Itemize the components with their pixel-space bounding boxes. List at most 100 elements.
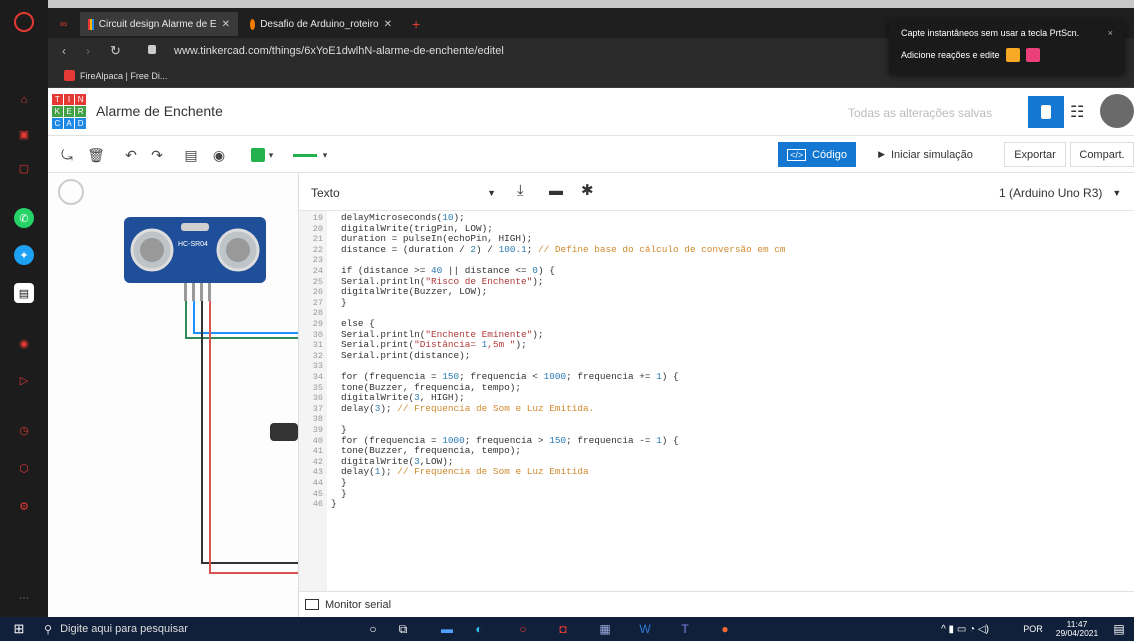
close-icon[interactable]: ×: [1108, 28, 1113, 38]
redo-icon[interactable]: ↷: [148, 145, 166, 165]
store-icon[interactable]: ▦: [596, 620, 614, 638]
home-icon[interactable]: ⌂: [14, 90, 34, 110]
color-picker[interactable]: ▾: [248, 145, 276, 165]
line-number: 21: [312, 234, 323, 245]
windows-taskbar: ⊞ ⚲ Digite aqui para pesquisar ○ ⧉ ▬ ◐ ○…: [0, 617, 1134, 641]
screenshot-root: ⌂ ▣ ▢ ✆ ✦ ▤ ◉ ▷ ◷ ⬡ ⚙ ⋯ ∞ Circuit design…: [0, 0, 1134, 641]
language-indicator[interactable]: POR: [1018, 620, 1048, 638]
play-icon: ▶: [878, 149, 885, 159]
line-number: 37: [312, 403, 323, 414]
system-tray-icons[interactable]: ^ ▮ ▭ ◔ ◁): [920, 620, 1010, 638]
circuit-drawing: HC-SR04: [124, 217, 298, 574]
code-line: }: [341, 477, 347, 488]
notification-center-icon[interactable]: ▤: [1110, 620, 1128, 638]
circuit-canvas[interactable]: HC-SR04: [48, 173, 298, 617]
app-icon[interactable]: ●: [716, 620, 734, 638]
code-button[interactable]: </> Código: [778, 142, 856, 167]
logo-letter: N: [75, 94, 86, 105]
opera-logo-icon[interactable]: [14, 12, 34, 32]
line-number: 30: [312, 329, 323, 340]
rotate-icon[interactable]: ⤿: [58, 145, 76, 165]
tinkercad-favicon-icon: [88, 18, 94, 30]
bookmark-firealpaca[interactable]: FireAlpaca | Free Di...: [64, 70, 167, 81]
tab-title: Circuit design Alarme de E: [98, 18, 217, 30]
sensor-crystal: [181, 223, 209, 231]
word-icon[interactable]: W: [636, 620, 654, 638]
avatar[interactable]: [1100, 94, 1134, 128]
chip-icon: [1041, 105, 1051, 119]
line-number: 40: [312, 435, 323, 446]
messenger-icon[interactable]: ▤: [14, 283, 34, 303]
code-line: delay(3); // Frequencia de Som e Luz Emi…: [341, 402, 595, 414]
more-icon[interactable]: ⋯: [14, 588, 34, 608]
code-mode-select[interactable]: Texto ▼: [311, 183, 496, 203]
cortana-icon[interactable]: ○: [364, 620, 382, 638]
download-icon[interactable]: ⤓: [517, 182, 524, 199]
tab-desafio-arduino[interactable]: Desafio de Arduino_roteiro ✕: [242, 12, 400, 36]
file-explorer-icon[interactable]: ▬: [438, 620, 456, 638]
code-line: digitalWrite(Buzzer, LOW);: [341, 286, 488, 298]
player-icon[interactable]: ◉: [14, 333, 34, 353]
settings-icon[interactable]: ⚙: [14, 496, 34, 516]
url-bar[interactable]: www.tinkercad.com/things/6xYoE1dwlhN-ala…: [174, 45, 504, 57]
device-select[interactable]: 1 (Arduino Uno R3) ▼: [999, 183, 1129, 203]
buzzer-part[interactable]: [270, 423, 298, 441]
tinkercad-logo[interactable]: T I N K E R C A D: [52, 94, 86, 129]
opera-gx-icon[interactable]: ◘: [554, 620, 572, 638]
send-icon[interactable]: ▷: [14, 370, 34, 390]
undo-icon[interactable]: ↶: [122, 145, 140, 165]
export-button[interactable]: Exportar: [1004, 142, 1066, 167]
logo-letter: R: [75, 106, 86, 117]
opera-taskbar-icon[interactable]: ○: [514, 620, 532, 638]
windows-start-icon[interactable]: ⊞: [10, 620, 28, 638]
twitter-icon[interactable]: ✦: [14, 245, 34, 265]
tab-group-icon[interactable]: ∞: [52, 12, 78, 36]
firealpaca-icon: [64, 70, 75, 81]
serial-monitor-bar[interactable]: Monitor serial: [299, 591, 1134, 617]
serial-monitor-label: Monitor serial: [325, 598, 392, 611]
component-list-icon[interactable]: ☷: [1070, 102, 1092, 122]
back-icon[interactable]: ‹: [62, 44, 66, 58]
line-number: 22: [312, 244, 323, 255]
project-title[interactable]: Alarme de Enchente: [96, 103, 223, 119]
close-tab-icon[interactable]: ✕: [222, 19, 230, 30]
task-view-icon[interactable]: ⧉: [394, 620, 412, 638]
clock[interactable]: 11:47 29/04/2021: [1052, 619, 1102, 639]
start-simulation-button[interactable]: ▶ Iniciar simulação: [863, 142, 988, 167]
line-number: 20: [312, 223, 323, 234]
close-tab-icon[interactable]: ✕: [384, 19, 392, 30]
line-number: 25: [312, 276, 323, 287]
twitch-icon[interactable]: ▢: [14, 158, 34, 178]
forward-icon[interactable]: ›: [86, 44, 90, 58]
reload-icon[interactable]: ↻: [110, 43, 121, 59]
edge-icon[interactable]: ◐: [470, 620, 488, 638]
trash-icon[interactable]: 🗑: [87, 145, 105, 165]
line-number: 34: [312, 372, 323, 382]
bag-icon[interactable]: ▣: [14, 124, 34, 144]
logo-letter: E: [63, 106, 75, 117]
code-editor[interactable]: delayMicroseconds(10); digitalWrite(trigP…: [327, 211, 1134, 591]
teams-icon[interactable]: T: [676, 620, 694, 638]
code-line: delay(1); // Frequencia de Som e Luz Emi…: [341, 466, 589, 478]
circuit-view-button[interactable]: [1028, 96, 1064, 128]
clock-date: 29/04/2021: [1055, 628, 1099, 638]
code-line: else {: [341, 318, 375, 329]
export-label: Exportar: [1014, 148, 1056, 161]
notes-icon[interactable]: ▤: [182, 145, 200, 165]
whatsapp-icon[interactable]: ✆: [14, 208, 34, 228]
code-mode-value: Texto: [311, 186, 340, 200]
debugger-icon[interactable]: ✱: [581, 181, 594, 199]
visibility-icon[interactable]: ◉: [210, 145, 228, 165]
cube-icon[interactable]: ⬡: [14, 458, 34, 478]
line-number: 43: [312, 467, 323, 478]
new-tab-button[interactable]: +: [404, 12, 428, 36]
wire-style-picker[interactable]: ▾: [288, 145, 332, 165]
taskbar-search[interactable]: ⚲ Digite aqui para pesquisar: [44, 620, 344, 638]
code-line: }: [341, 296, 347, 308]
library-icon[interactable]: ▬: [549, 182, 563, 198]
tab-circuit-design[interactable]: Circuit design Alarme de E ✕: [80, 12, 238, 36]
clock-icon[interactable]: ◷: [14, 420, 34, 440]
share-label: Compart.: [1079, 148, 1125, 161]
share-button[interactable]: Compart.: [1070, 142, 1134, 167]
line-number: 31: [312, 340, 323, 351]
